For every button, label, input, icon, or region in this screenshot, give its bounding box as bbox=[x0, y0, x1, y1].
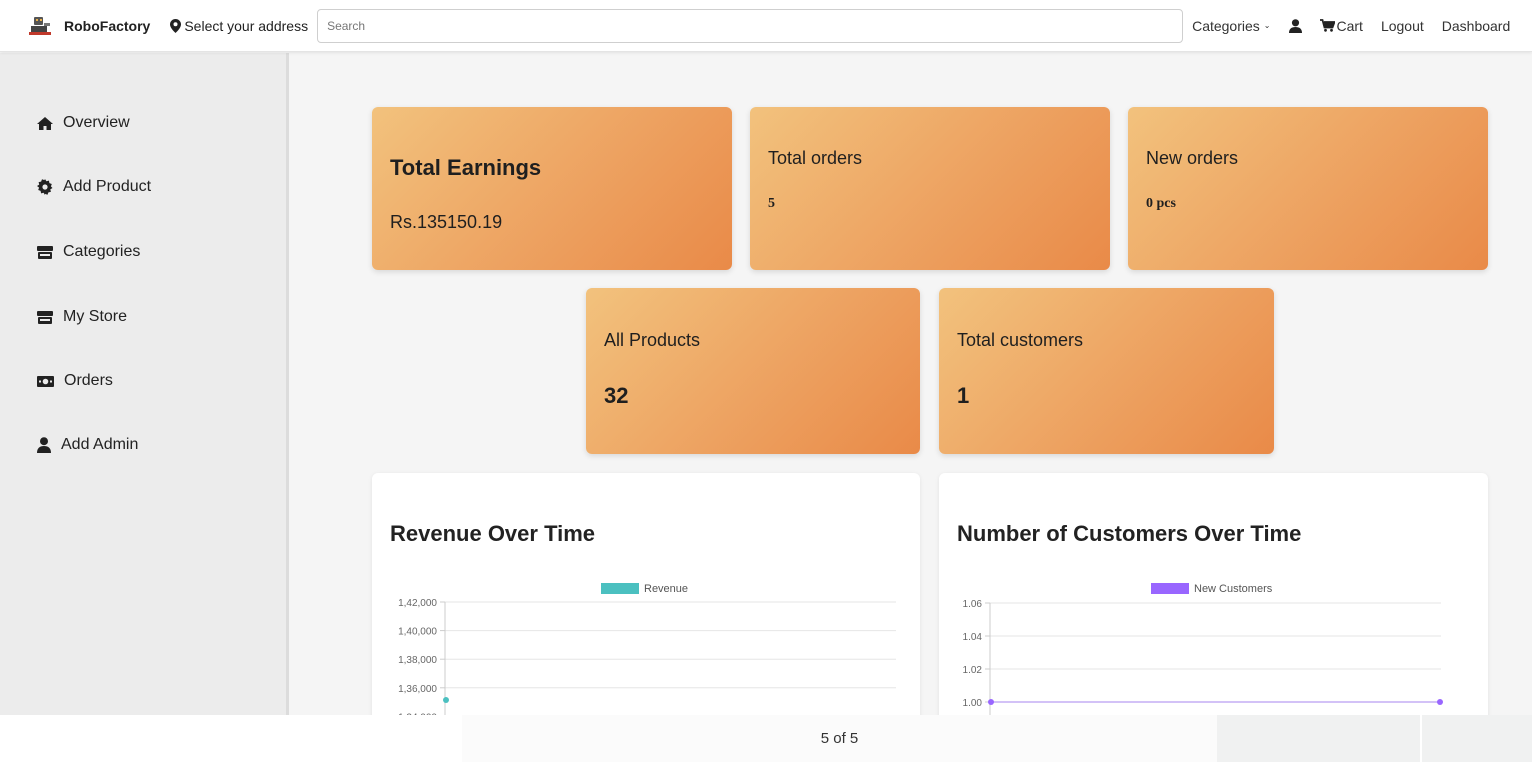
customers-chart-panel: Number of Customers Over Time New Custom… bbox=[939, 473, 1488, 723]
shopping-cart-icon bbox=[1320, 19, 1336, 32]
total-customers-value: 1 bbox=[957, 383, 970, 408]
user-icon bbox=[37, 437, 51, 453]
sidebar-item-orders[interactable]: Orders bbox=[37, 372, 113, 390]
revenue-chart-panel: Revenue Over Time Revenue 1,42,000 1,40,00… bbox=[372, 473, 920, 723]
y-tick-label: 1,42,000 bbox=[398, 598, 437, 609]
address-label: Select your address bbox=[184, 17, 309, 34]
new-orders-card: New orders 0 pcs bbox=[1128, 107, 1488, 270]
total-earnings-card: Total Earnings Rs.135150.19 bbox=[372, 107, 732, 270]
user-account-button[interactable] bbox=[1289, 18, 1303, 33]
brand[interactable]: RoboFactory bbox=[28, 15, 150, 37]
home-icon bbox=[37, 116, 53, 130]
all-products-value: 32 bbox=[604, 383, 629, 408]
revenue-chart: Revenue1,42,0001,40,0001,38,0001,36,0001… bbox=[398, 583, 896, 723]
y-tick-label: 1.02 bbox=[963, 665, 983, 676]
legend-swatch bbox=[1151, 583, 1189, 594]
y-tick-label: 1.00 bbox=[963, 698, 983, 709]
y-tick-label: 1,38,000 bbox=[398, 655, 437, 666]
categories-dropdown[interactable]: Categories ⌄ bbox=[1192, 18, 1270, 34]
y-tick-label: 1,36,000 bbox=[398, 684, 437, 695]
y-tick-label: 1,40,000 bbox=[398, 627, 437, 638]
data-point bbox=[988, 699, 994, 705]
pagination-indicator: 5 of 5 bbox=[462, 715, 1217, 762]
search-input[interactable] bbox=[317, 8, 1184, 43]
sidebar-item-overview[interactable]: Overview bbox=[37, 114, 130, 132]
cart-link[interactable]: Cart bbox=[1320, 17, 1363, 34]
customers-chart: New Customers 1.06 1.04 1.02 1.00 bbox=[963, 583, 1443, 723]
sidebar-item-my-store[interactable]: My Store bbox=[37, 308, 127, 326]
data-point bbox=[443, 696, 449, 703]
legend-label: New Customers bbox=[1194, 583, 1273, 595]
total-customers-label: Total customers bbox=[957, 330, 1084, 350]
dashboard-link[interactable]: Dashboard bbox=[1442, 18, 1511, 34]
legend-label: Revenue bbox=[644, 583, 688, 595]
sidebar: Overview Add Product Categories My Store bbox=[0, 53, 289, 715]
total-customers-card: Total customers 1 bbox=[939, 288, 1274, 454]
total-orders-card: Total orders 5 bbox=[750, 107, 1110, 270]
total-earnings-value: Rs.135150.19 bbox=[390, 212, 503, 232]
select-address[interactable]: Select your address bbox=[170, 18, 308, 34]
user-icon bbox=[1289, 18, 1303, 33]
sidebar-item-categories[interactable]: Categories bbox=[37, 243, 140, 261]
all-products-card: All Products 32 bbox=[586, 288, 920, 454]
gear-icon bbox=[37, 179, 53, 195]
y-tick-label: 1.04 bbox=[963, 632, 983, 643]
sidebar-item-label: Categories bbox=[63, 243, 141, 260]
robot-logo-icon bbox=[28, 15, 52, 37]
pager-next-button[interactable] bbox=[1422, 715, 1532, 762]
total-orders-label: Total orders bbox=[768, 148, 863, 168]
store-icon bbox=[37, 310, 53, 324]
brand-name: RoboFactory bbox=[64, 17, 151, 34]
new-orders-label: New orders bbox=[1146, 148, 1239, 168]
sidebar-item-add-admin[interactable]: Add Admin bbox=[37, 436, 138, 454]
store-icon bbox=[37, 245, 53, 259]
sidebar-item-label: My Store bbox=[63, 308, 128, 325]
cart-label: Cart bbox=[1336, 17, 1363, 34]
all-products-label: All Products bbox=[604, 330, 701, 350]
y-tick-label: 1.06 bbox=[963, 599, 983, 610]
total-earnings-label: Total Earnings bbox=[390, 155, 542, 180]
sidebar-item-label: Overview bbox=[63, 114, 130, 131]
page-count: 5 of 5 bbox=[820, 730, 859, 747]
money-icon bbox=[37, 375, 54, 387]
sidebar-item-label: Add Admin bbox=[61, 436, 139, 453]
pager-prev-button[interactable] bbox=[1217, 715, 1420, 762]
top-navbar: RoboFactory Select your address Categori… bbox=[0, 0, 1532, 52]
legend-swatch bbox=[601, 583, 639, 594]
logout-link[interactable]: Logout bbox=[1381, 18, 1424, 34]
sidebar-item-label: Orders bbox=[64, 372, 113, 389]
data-point bbox=[1437, 699, 1443, 705]
total-orders-value: 5 bbox=[768, 196, 775, 211]
new-orders-value: 0 pcs bbox=[1146, 196, 1176, 211]
categories-label: Categories bbox=[1192, 17, 1260, 34]
sidebar-item-label: Add Product bbox=[63, 178, 152, 195]
sidebar-item-add-product[interactable]: Add Product bbox=[37, 178, 151, 196]
chevron-down-icon: ⌄ bbox=[1263, 21, 1271, 30]
map-marker-icon bbox=[170, 18, 182, 33]
